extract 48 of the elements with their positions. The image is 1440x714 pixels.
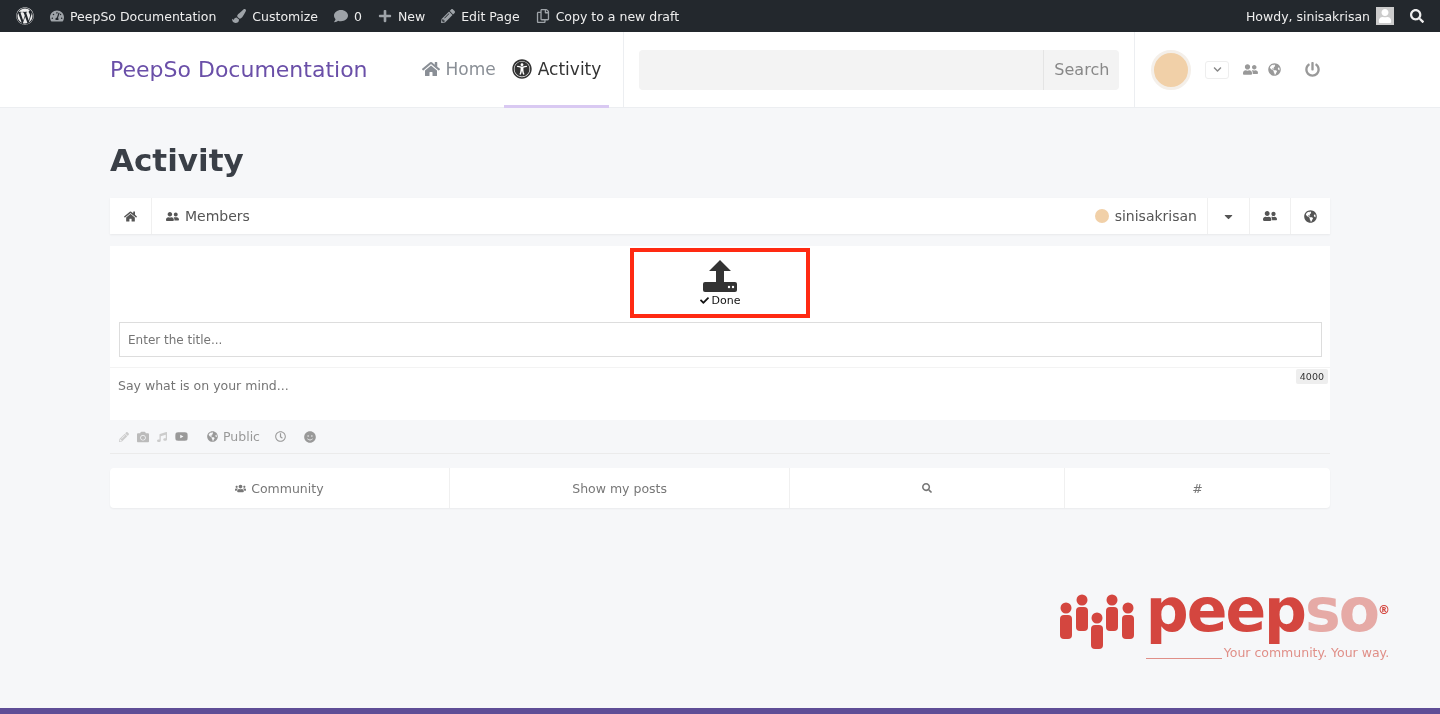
dropdown-button[interactable] (1205, 60, 1230, 79)
admin-bar-item[interactable]: New (369, 8, 434, 24)
admin-bar-item[interactable]: Edit Page (433, 8, 528, 24)
video-icon[interactable] (175, 430, 188, 443)
camera-icon[interactable] (137, 430, 149, 443)
page-title: Activity (110, 142, 245, 178)
members-link[interactable]: Members (152, 198, 264, 234)
group-icon (235, 482, 247, 494)
user-avatar (1094, 209, 1109, 223)
filter-tab[interactable]: # (1065, 468, 1330, 508)
chevron-down-icon (1212, 65, 1222, 74)
admin-bar-item[interactable]: Customize (224, 8, 326, 24)
filter-tab[interactable]: Community (110, 468, 450, 508)
admin-bar-item[interactable]: Copy to a new draft (527, 8, 688, 24)
home-icon (421, 59, 440, 78)
site-title[interactable]: PeepSo Documentation (110, 57, 368, 82)
smiley-icon[interactable] (304, 430, 316, 443)
brush-icon (232, 9, 247, 23)
character-counter: 4000 (1295, 369, 1328, 384)
admin-bar-item[interactable]: PeepSo Documentation (42, 8, 225, 24)
filter-tab[interactable]: Show my posts (449, 468, 791, 508)
comment-icon (333, 9, 348, 23)
dashboard-icon (50, 9, 64, 23)
upload-icon (703, 259, 737, 292)
upload-status: Done (699, 293, 741, 307)
plus-icon (377, 9, 392, 23)
accessibility-icon (511, 58, 532, 79)
user-avatar-icon (1376, 7, 1394, 25)
pencil-icon[interactable] (119, 431, 129, 442)
power-icon[interactable] (1305, 62, 1321, 77)
pencil-icon (441, 9, 456, 23)
logo-wordmark-accent: so (1305, 577, 1378, 643)
title-input-field[interactable]: Enter the title... (119, 322, 1322, 357)
nav-link[interactable]: Activity (503, 32, 610, 108)
admin-bar-item[interactable]: 0 (325, 8, 370, 24)
check-icon (699, 295, 709, 305)
globe-icon (207, 431, 218, 442)
logo-wordmark: peep (1145, 577, 1306, 643)
user-greeting[interactable]: Howdy, sinisakrisan (1237, 7, 1402, 25)
registered-mark: ® (1378, 603, 1390, 617)
home-icon (124, 209, 137, 223)
music-icon[interactable] (157, 431, 167, 442)
clock-icon[interactable] (275, 431, 286, 442)
copy-icon (535, 9, 550, 23)
logo-tagline: Your community. Your way. (1145, 645, 1390, 660)
members-icon (166, 209, 179, 223)
user-link[interactable]: sinisakrisan (1084, 198, 1207, 234)
search-icon (922, 483, 933, 493)
